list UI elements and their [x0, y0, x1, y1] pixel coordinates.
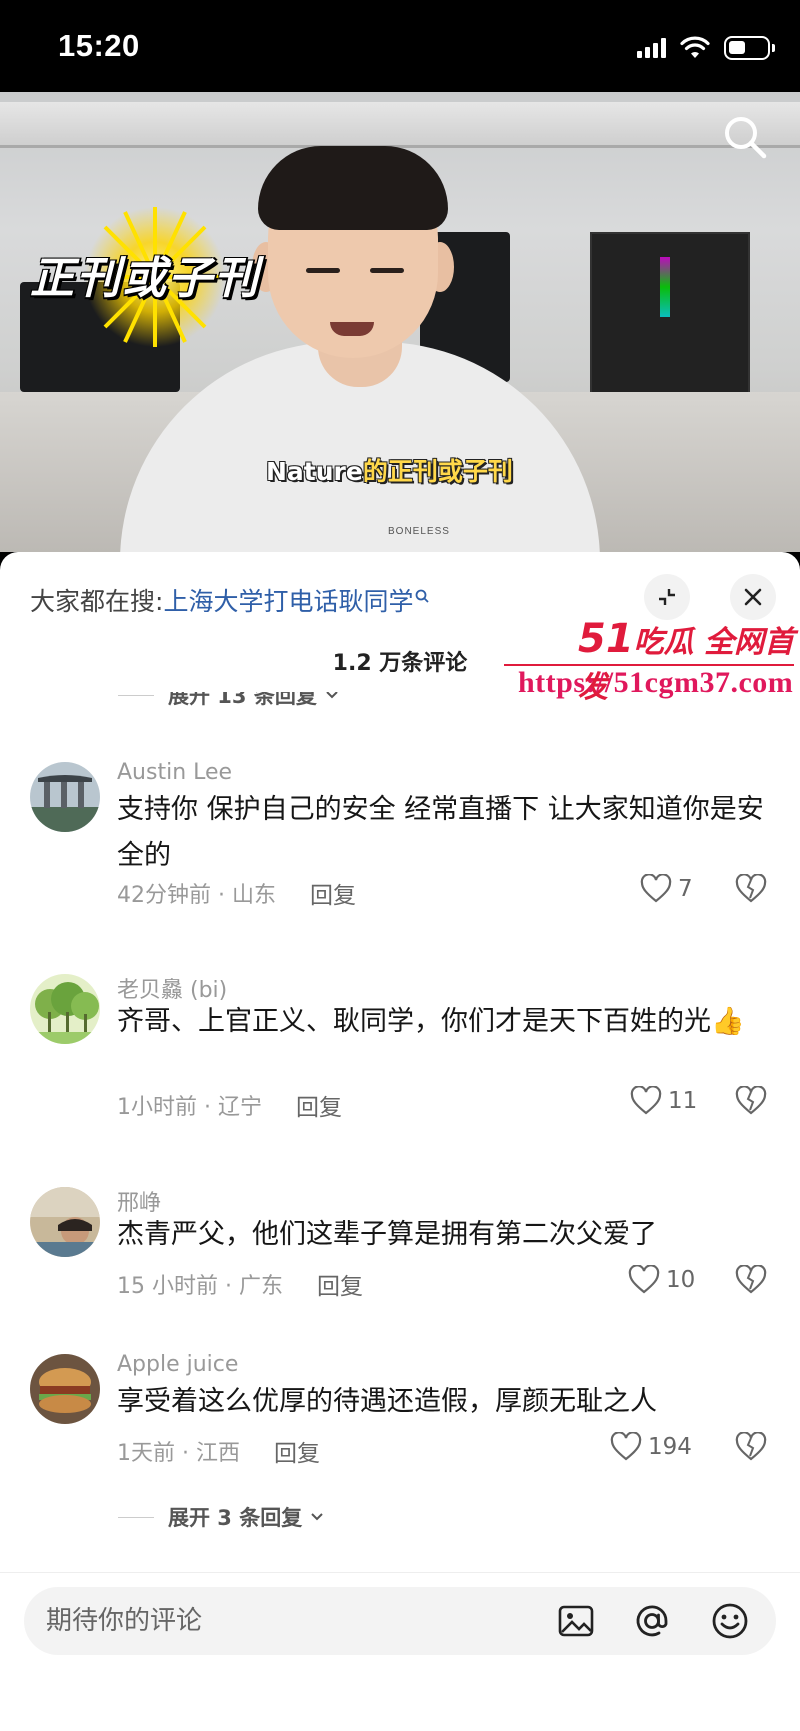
expand-replies-button[interactable]: 展开 3 条回复 [118, 1502, 326, 1532]
dislike-heart-icon[interactable] [735, 874, 767, 904]
wifi-icon [680, 36, 710, 58]
like-button[interactable]: 7 [640, 874, 693, 904]
shirt-print: BONELESS [388, 526, 450, 537]
status-icons [637, 34, 775, 62]
comment-text: 支持你 保护自己的安全 经常直播下 让大家知道你是安全的 [117, 794, 764, 871]
heart-icon [610, 1432, 642, 1461]
search-icon [416, 589, 430, 603]
signal-icon [637, 38, 666, 58]
avatar[interactable] [30, 974, 100, 1044]
video-subtitle: Nature的正刊或子刊 [266, 457, 513, 486]
at-icon[interactable] [632, 1601, 672, 1641]
like-count: 194 [648, 1434, 692, 1460]
collapse-icon [659, 589, 675, 605]
like-button[interactable]: 194 [610, 1432, 692, 1462]
search-hint-term[interactable]: 上海大学打电话耿同学 [163, 582, 413, 618]
dislike-heart-icon[interactable] [735, 1432, 767, 1462]
search-icon[interactable] [720, 112, 770, 162]
reply-button[interactable]: 回复 [310, 876, 356, 910]
comment-username[interactable]: Austin Lee [117, 760, 232, 785]
search-hint-label: 大家都在搜: [30, 587, 164, 616]
watermark-url: https://51cgm37.com [518, 666, 794, 699]
comment-text: 享受着这么优厚的待遇还造假，厚颜无耻之人 [117, 1386, 657, 1417]
dislike-heart-icon[interactable] [735, 1265, 767, 1295]
like-count: 7 [678, 876, 693, 902]
reply-button[interactable]: 回复 [274, 1434, 320, 1468]
avatar[interactable] [30, 1187, 100, 1257]
reply-button[interactable]: 回复 [296, 1088, 342, 1122]
heart-icon [628, 1265, 660, 1294]
comment-time-location: 15 小时前 · 广东 [117, 1274, 283, 1299]
person-hair [258, 146, 448, 230]
close-button[interactable] [730, 574, 776, 620]
like-button[interactable]: 10 [628, 1265, 695, 1295]
video-overlay-title: 正刊或子刊 [30, 253, 260, 304]
heart-icon [630, 1086, 662, 1115]
status-time: 15:20 [58, 28, 140, 63]
reply-button[interactable]: 回复 [317, 1267, 363, 1301]
image-icon[interactable] [556, 1601, 596, 1641]
comment-input-bar [0, 1572, 800, 1731]
comment-time-location: 1天前 · 江西 [117, 1441, 240, 1466]
avatar[interactable] [30, 1354, 100, 1424]
comment-text: 杰青严父，他们这辈子算是拥有第二次父爱了 [117, 1219, 657, 1250]
avatar[interactable] [30, 762, 100, 832]
battery-icon [724, 36, 775, 60]
dislike-heart-icon[interactable] [735, 1086, 767, 1116]
chevron-down-icon [311, 1513, 323, 1521]
comment-time-location: 1小时前 · 辽宁 [117, 1095, 262, 1120]
video-player[interactable]: BONELESS 正刊或子刊 Nature的正刊或子刊 [0, 92, 800, 552]
comment-username[interactable]: Apple juice [117, 1352, 238, 1377]
heart-icon [640, 874, 672, 903]
collapse-button[interactable] [644, 574, 690, 620]
comment-text: 齐哥、上官正义、耿同学，你们才是天下百姓的光👍 [117, 1006, 745, 1037]
status-bar: 15:20 [0, 0, 800, 92]
background-shelf [0, 102, 800, 148]
like-button[interactable]: 11 [630, 1086, 697, 1116]
chevron-down-icon [326, 692, 338, 699]
like-count: 11 [668, 1088, 698, 1114]
expand-replies-button[interactable]: 展开 13 条回复 [118, 692, 341, 710]
comment-time-location: 42分钟前 · 山东 [117, 883, 276, 908]
close-icon [744, 588, 762, 606]
search-suggestion[interactable]: 大家都在搜: 上海大学打电话耿同学 [30, 582, 430, 618]
emoji-icon[interactable] [710, 1601, 750, 1641]
comments-sheet: 大家都在搜: 上海大学打电话耿同学 1.2 万条评论 51吃瓜 全网首发 htt… [0, 552, 800, 1731]
like-count: 10 [666, 1267, 696, 1293]
